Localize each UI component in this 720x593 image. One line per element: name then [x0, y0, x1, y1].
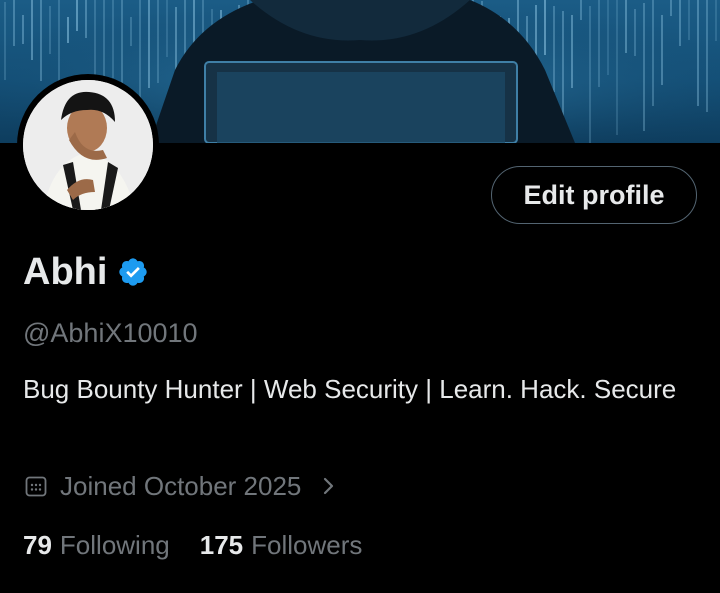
joined-date-row[interactable]: Joined October 2025 — [24, 468, 339, 504]
follow-stats: 79 Following 175 Followers — [23, 527, 362, 563]
joined-date: Joined October 2025 — [60, 471, 302, 501]
followers-count: 175 — [199, 530, 244, 560]
display-name: Abhi — [23, 251, 108, 293]
calendar-icon — [25, 476, 47, 497]
profile-handle: @AbhiX10010 — [23, 318, 198, 348]
verified-badge-icon[interactable] — [117, 256, 149, 288]
chevron-right-icon — [324, 477, 334, 495]
avatar-photo — [23, 80, 153, 210]
profile-bio: Bug Bounty Hunter | Web Security | Learn… — [23, 374, 677, 404]
following-label: Following — [59, 530, 170, 560]
following-link[interactable]: 79 Following — [23, 527, 170, 563]
followers-label: Followers — [251, 530, 363, 560]
edit-profile-button[interactable]: Edit profile — [491, 166, 697, 224]
following-count: 79 — [23, 530, 52, 560]
followers-link[interactable]: 175 Followers — [200, 527, 363, 563]
profile-avatar[interactable] — [17, 74, 159, 216]
name-row: Abhi — [23, 248, 149, 296]
